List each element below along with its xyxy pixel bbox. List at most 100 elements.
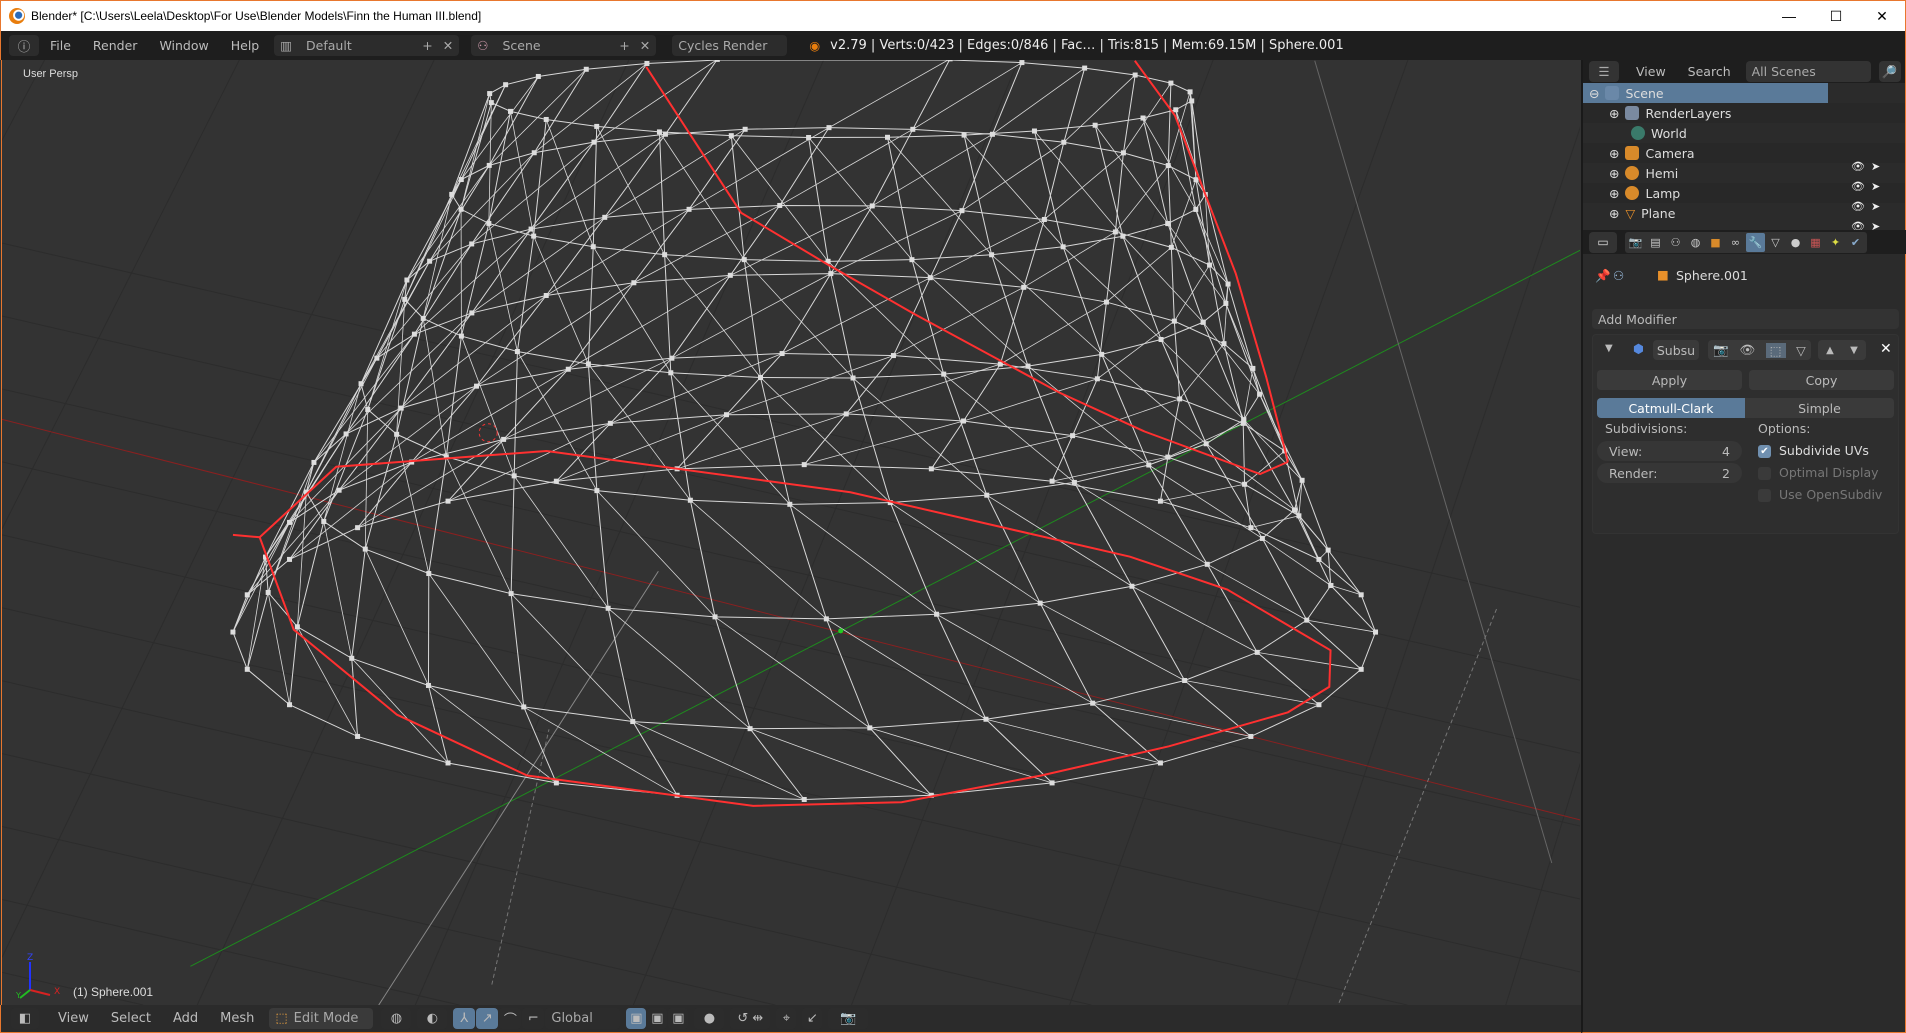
pivot-point-icon[interactable]: ◐: [417, 1008, 448, 1029]
snap-icon[interactable]: ↺ ⇹: [730, 1008, 771, 1029]
menu-mesh[interactable]: Mesh: [209, 1011, 265, 1026]
edge-select-icon[interactable]: ▣: [647, 1008, 668, 1029]
tab-render-icon[interactable]: 📷: [1626, 233, 1645, 252]
mesh-edge: [471, 217, 605, 314]
tab-physics-icon[interactable]: ✔: [1846, 233, 1865, 252]
collapse-triangle-icon[interactable]: ▼: [1605, 343, 1613, 354]
menu-render[interactable]: Render: [82, 38, 149, 53]
editor-type-outliner-icon[interactable]: ☰: [1589, 61, 1619, 82]
menu-select[interactable]: Select: [100, 1011, 162, 1026]
menu-view[interactable]: View: [47, 1011, 100, 1026]
selectable-cursor-icon[interactable]: ➤: [1871, 200, 1880, 213]
mesh-edge: [912, 60, 950, 130]
proportional-edit-icon[interactable]: ●: [694, 1008, 725, 1029]
maximize-button[interactable]: ☐: [1813, 1, 1859, 31]
mesh-edge: [890, 502, 1041, 604]
mesh-vertex: [787, 501, 793, 507]
tab-modifiers-wrench-icon[interactable]: 🔧: [1746, 232, 1765, 252]
use-opensubdiv-checkbox[interactable]: [1758, 489, 1771, 502]
mesh-edge: [296, 521, 325, 627]
visibility-eye-icon[interactable]: 👁: [1851, 160, 1865, 173]
copy-button[interactable]: Copy: [1749, 370, 1894, 390]
pin-icon[interactable]: 📌: [1595, 268, 1611, 284]
render-engine-select[interactable]: Cycles Render: [672, 35, 788, 56]
item-label: Scene: [1625, 85, 1664, 101]
apply-button[interactable]: Apply: [1597, 370, 1742, 390]
add-modifier-select[interactable]: Add Modifier: [1592, 309, 1899, 329]
editor-type-3dview-icon[interactable]: ◧: [11, 1008, 39, 1029]
editor-type-properties-icon[interactable]: ▭: [1589, 231, 1617, 253]
mode-select[interactable]: ⬚ Edit Mode: [269, 1008, 374, 1029]
outliner-menu-view[interactable]: View: [1625, 64, 1677, 79]
type-simple[interactable]: Simple: [1745, 398, 1894, 418]
mesh-edge: [1063, 67, 1086, 143]
subdivide-uvs-checkbox[interactable]: ✔: [1758, 445, 1771, 458]
mesh-edge: [985, 718, 1161, 764]
viewport-toggle-eye-icon[interactable]: 👁: [1739, 342, 1755, 358]
outliner-item-world[interactable]: World: [1583, 123, 1905, 143]
type-catmull-clark[interactable]: Catmull-Clark: [1597, 398, 1745, 418]
add-layout-icon[interactable]: +: [422, 38, 432, 53]
translate-manipulator-icon[interactable]: ↗: [476, 1008, 499, 1029]
tab-render-layers-icon[interactable]: ▤: [1646, 233, 1665, 252]
render-opengl-icon[interactable]: 📷: [828, 1008, 869, 1029]
tab-data-icon[interactable]: ▽: [1766, 233, 1785, 252]
editmode-toggle-icon[interactable]: ⬚: [1765, 342, 1786, 358]
render-toggle-icon[interactable]: 📷: [1713, 342, 1729, 358]
cage-toggle-icon[interactable]: ▽: [1796, 343, 1806, 358]
manipulator-toggle-icon[interactable]: ⅄: [453, 1008, 476, 1029]
menu-file[interactable]: File: [39, 38, 82, 53]
outliner-display-mode-select[interactable]: All Scenes: [1745, 61, 1871, 82]
scene-selector[interactable]: ⚇ Scene + ✕: [471, 35, 657, 56]
remove-scene-icon[interactable]: ✕: [640, 38, 650, 53]
tab-world-icon[interactable]: ◍: [1686, 233, 1705, 252]
menu-window[interactable]: Window: [148, 38, 219, 53]
mesh-vertex: [1168, 80, 1174, 86]
render-levels-field[interactable]: Render: 2: [1597, 463, 1742, 483]
rotate-manipulator-icon[interactable]: ⌒: [499, 1008, 522, 1029]
outliner-item-scene[interactable]: ⊖ Scene: [1583, 83, 1828, 103]
menu-help[interactable]: Help: [220, 38, 271, 53]
optimal-display-checkbox[interactable]: [1758, 467, 1771, 480]
tab-material-icon[interactable]: ●: [1786, 233, 1805, 252]
vertex-select-icon[interactable]: ▣: [626, 1008, 647, 1029]
search-icon[interactable]: 🔎: [1878, 61, 1901, 82]
mesh-wireframe[interactable]: [2, 60, 1580, 1005]
mesh-edge: [513, 475, 609, 609]
move-down-icon[interactable]: ▼: [1850, 345, 1858, 356]
snap-target-icon[interactable]: ⌖: [776, 1008, 797, 1029]
align-rotation-icon[interactable]: ↙: [802, 1008, 823, 1029]
modifier-name-field[interactable]: Subsu: [1653, 340, 1699, 360]
outliner-menu-search[interactable]: Search: [1677, 64, 1742, 79]
3d-viewport[interactable]: User Persp Z X Y (1) Sphere.001: [1, 60, 1580, 1005]
remove-modifier-close-icon[interactable]: ✕: [1880, 341, 1892, 357]
minimize-button[interactable]: —: [1766, 1, 1812, 31]
close-button[interactable]: ✕: [1859, 1, 1905, 31]
selectable-cursor-icon[interactable]: ➤: [1871, 180, 1880, 193]
transform-orientation-select[interactable]: Global: [545, 1008, 621, 1029]
view-levels-field[interactable]: View: 4: [1597, 441, 1742, 461]
scale-manipulator-icon[interactable]: ⌐: [522, 1008, 545, 1029]
viewport-shading-icon[interactable]: ◍: [381, 1008, 412, 1029]
mesh-edge: [1225, 303, 1261, 395]
mesh-vertex: [230, 629, 236, 635]
remove-layout-icon[interactable]: ✕: [443, 38, 453, 53]
mesh-edge: [1244, 484, 1252, 528]
layout-selector[interactable]: ▥ Default + ✕: [274, 35, 460, 56]
editor-type-info-icon[interactable]: ⓘ: [9, 35, 39, 56]
mesh-edge: [671, 275, 731, 359]
selectable-cursor-icon[interactable]: ➤: [1871, 160, 1880, 173]
tab-scene-icon[interactable]: ⚇: [1666, 233, 1685, 252]
visibility-eye-icon[interactable]: 👁: [1851, 180, 1865, 193]
face-select-icon[interactable]: ▣: [668, 1008, 689, 1029]
menu-add[interactable]: Add: [162, 1011, 209, 1026]
tab-constraints-icon[interactable]: ∞: [1726, 233, 1745, 252]
move-up-icon[interactable]: ▲: [1826, 345, 1834, 356]
tab-texture-icon[interactable]: ▦: [1806, 233, 1825, 252]
visibility-eye-icon[interactable]: 👁: [1851, 200, 1865, 213]
outliner-item-renderlayers[interactable]: ⊕ RenderLayers: [1583, 103, 1905, 123]
add-scene-icon[interactable]: +: [619, 38, 629, 53]
mesh-edge: [568, 274, 731, 370]
tab-particles-icon[interactable]: ✦: [1826, 233, 1845, 252]
tab-object-icon[interactable]: ■: [1706, 233, 1725, 252]
